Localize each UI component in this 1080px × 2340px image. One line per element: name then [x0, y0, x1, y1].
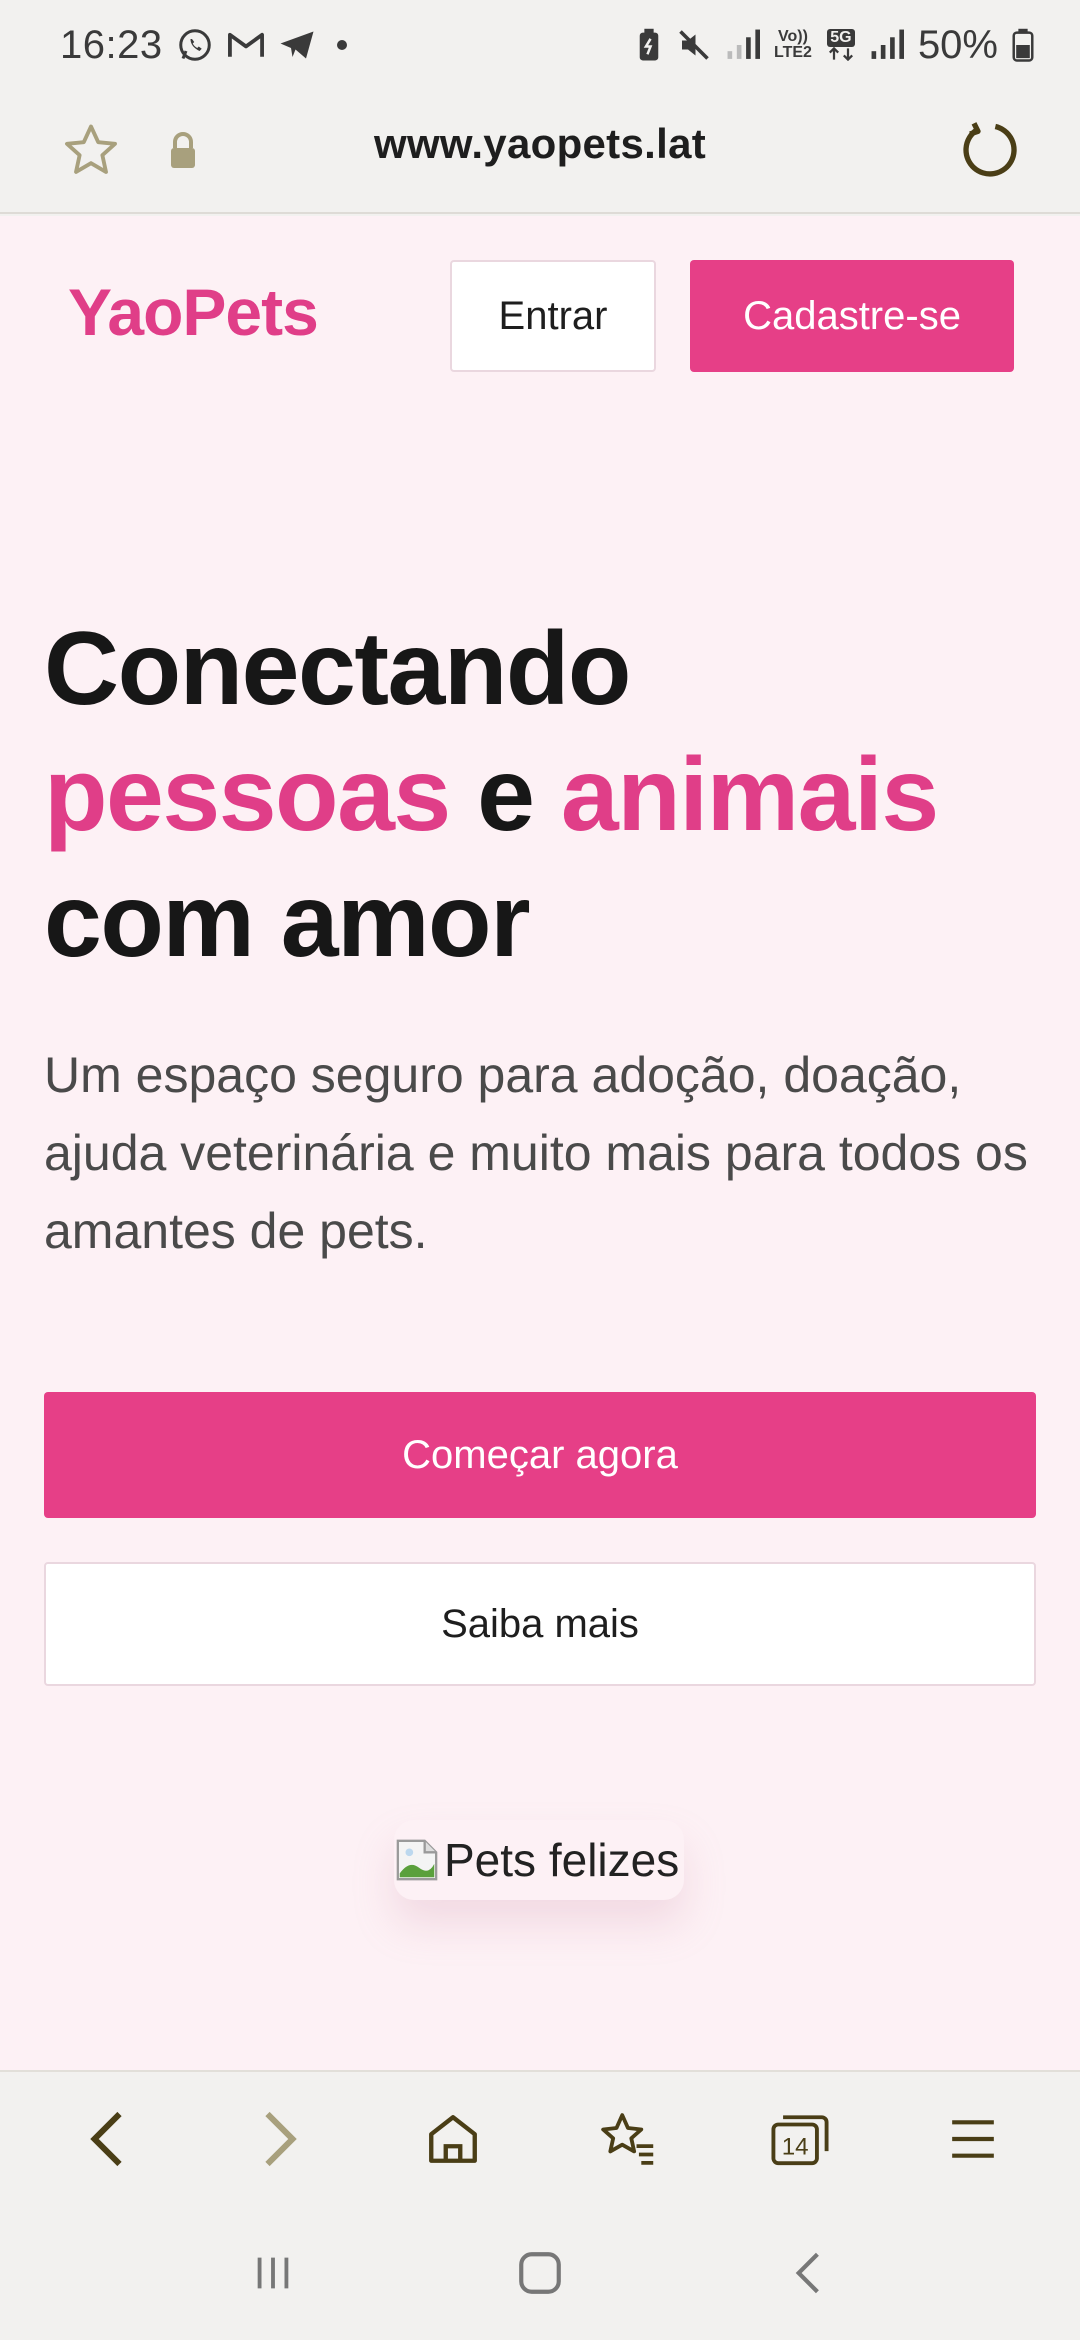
hero-title-and: e [449, 737, 561, 853]
battery-saver-icon [636, 28, 662, 62]
system-back-icon[interactable] [772, 2238, 842, 2308]
back-arrow-icon[interactable] [67, 2099, 147, 2179]
signal-icon-2 [870, 29, 904, 61]
url-text[interactable]: www.yaopets.lat [0, 120, 1080, 168]
tabs-count: 14 [782, 2134, 809, 2161]
hero-image-alt-text: Pets felizes [444, 1834, 680, 1886]
menu-icon[interactable] [933, 2099, 1013, 2179]
start-now-button[interactable]: Começar agora [44, 1392, 1036, 1518]
status-right: Vo)) LTE2 5G 50% [636, 23, 1034, 68]
tabs-icon[interactable]: 14 [760, 2099, 840, 2179]
5g-icon: 5G [826, 29, 856, 61]
hero-title-pessoas: pessoas [44, 737, 451, 853]
status-time: 16:23 [60, 22, 163, 67]
hero-title: Conectando pessoas e animais com amor [44, 606, 1044, 984]
reload-icon[interactable] [958, 118, 1022, 182]
gmail-icon [227, 30, 265, 60]
learn-more-button[interactable]: Saiba mais [44, 1562, 1036, 1686]
login-button[interactable]: Entrar [450, 260, 656, 372]
system-navigation-bar [0, 2206, 1080, 2340]
home-button-icon[interactable] [505, 2238, 575, 2308]
recent-apps-icon[interactable] [238, 2238, 308, 2308]
web-page: YaoPets Entrar Cadastre-se Conectando pe… [0, 216, 1080, 2070]
whatsapp-icon [177, 27, 213, 63]
notification-dot-icon [336, 40, 347, 50]
brand-logo[interactable]: YaoPets [68, 274, 319, 350]
browser-toolbar: 14 [0, 2070, 1080, 2206]
hero-title-animais: animais [560, 737, 939, 853]
hero-subtitle: Um espaço seguro para adoção, doação, aj… [44, 1047, 1028, 1259]
hero-image: Pets felizes [394, 1820, 684, 1900]
mute-icon [676, 27, 712, 63]
battery-icon [1012, 28, 1034, 62]
volte-icon: Vo)) LTE2 [774, 28, 812, 61]
address-bar: www.yaopets.lat [0, 90, 1080, 214]
hero-title-line1: Conectando [44, 611, 631, 727]
broken-image-icon [394, 1837, 440, 1883]
telegram-icon [279, 29, 315, 61]
bookmarks-icon[interactable] [587, 2099, 667, 2179]
battery-percent: 50% [917, 22, 998, 67]
home-icon[interactable] [413, 2099, 493, 2179]
status-left: 16:23 [60, 23, 347, 68]
hero-title-line3: com amor [44, 863, 531, 979]
forward-arrow-icon[interactable] [240, 2099, 320, 2179]
signal-icon [726, 29, 760, 61]
signup-button[interactable]: Cadastre-se [690, 260, 1014, 372]
status-bar: 16:23 Vo)) LTE2 5G 50% [0, 0, 1080, 90]
